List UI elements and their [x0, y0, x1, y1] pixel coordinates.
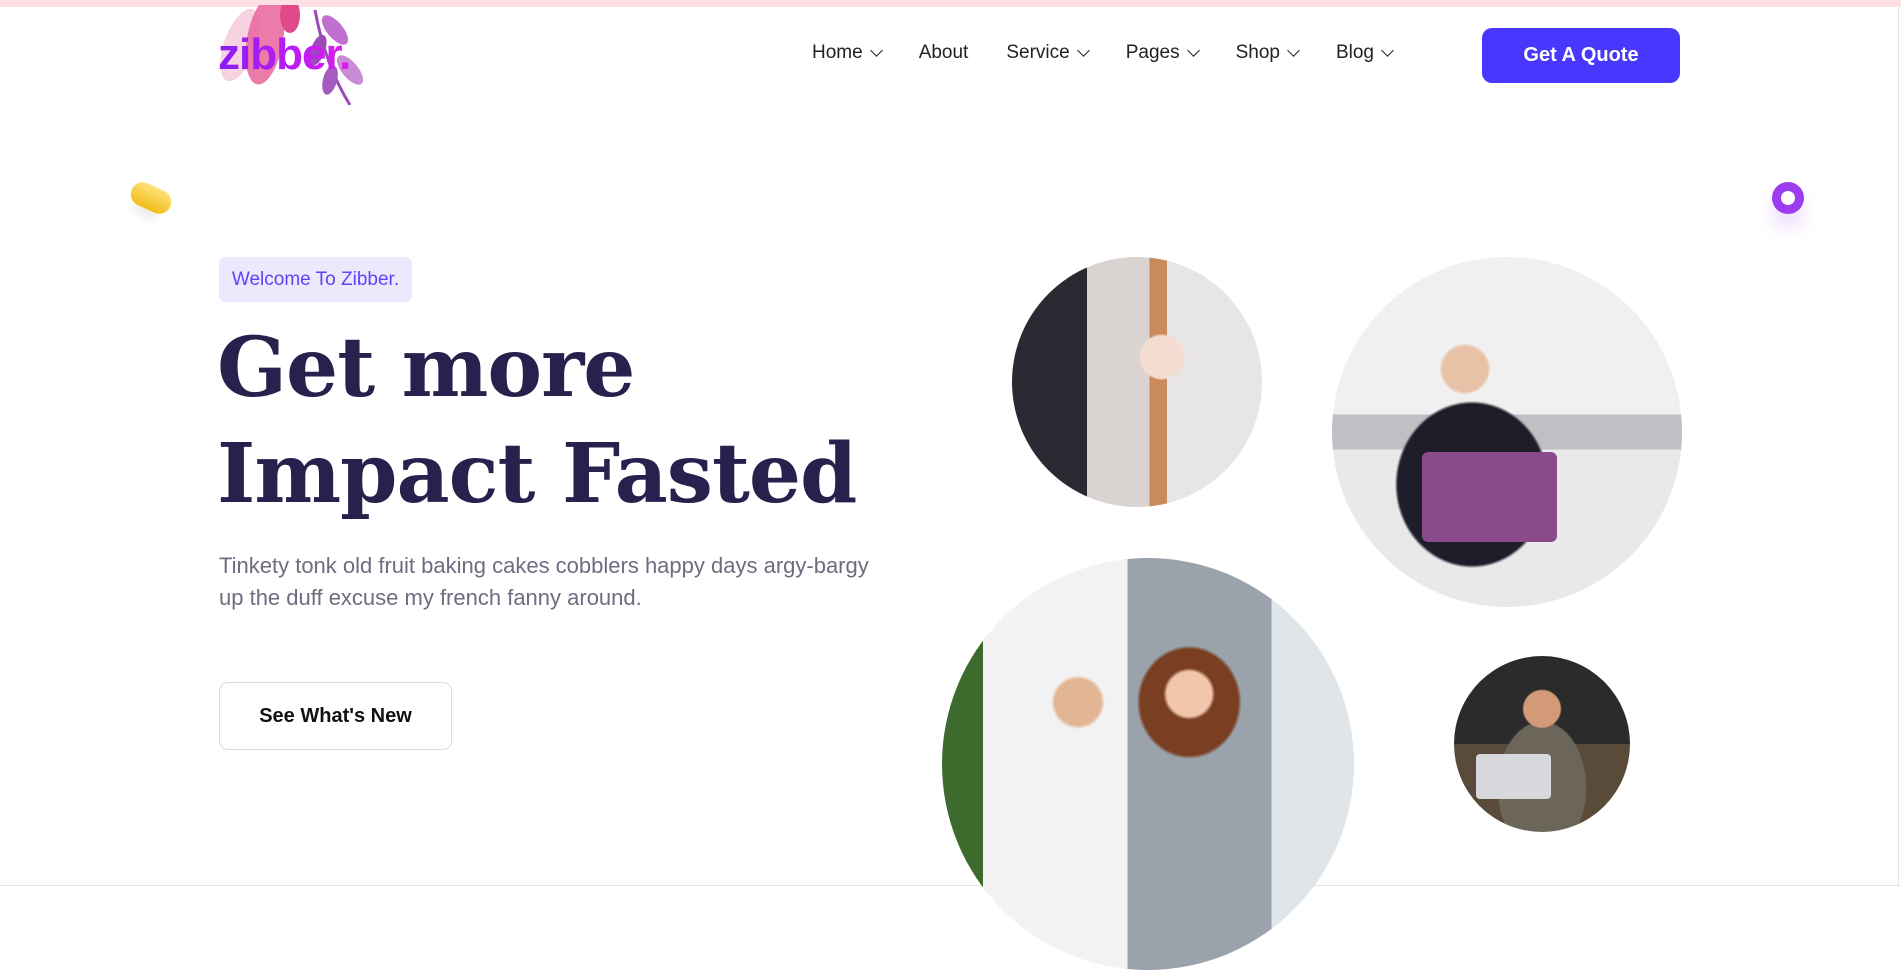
hero-title: Get more Impact Fasted [217, 315, 857, 527]
nav-service-label: Service [1006, 42, 1070, 63]
chevron-down-icon [1381, 44, 1394, 57]
purple-ring-decoration-icon [1772, 182, 1804, 214]
nav-shop-label: Shop [1235, 42, 1280, 63]
team-photo-whiteboard [1012, 257, 1262, 507]
nav-about-label: About [918, 42, 969, 63]
logo[interactable]: zibber. [218, 30, 351, 80]
hero-title-line1: Get more [217, 320, 635, 416]
nav-blog-label: Blog [1335, 42, 1374, 63]
nav-service[interactable]: Service [1006, 42, 1090, 64]
see-whats-new-button[interactable]: See What's New [219, 682, 452, 750]
right-border [1898, 7, 1899, 887]
chevron-down-icon [1076, 44, 1090, 57]
welcome-badge: Welcome To Zibber. [219, 257, 412, 302]
bottom-border [0, 885, 1901, 886]
hero-description: Tinkety tonk old fruit baking cakes cobb… [219, 553, 869, 610]
nav-pages-label: Pages [1125, 42, 1180, 63]
chevron-down-icon [1287, 44, 1300, 57]
chevron-down-icon [1186, 44, 1200, 57]
team-photo-laptop [1332, 257, 1682, 607]
nav-home[interactable]: Home [812, 42, 883, 64]
nav-pages[interactable]: Pages [1125, 42, 1200, 64]
nav-blog[interactable]: Blog [1335, 42, 1394, 64]
main-nav: Home About Service Pages Shop Blog [812, 42, 1394, 64]
nav-about[interactable]: About [919, 42, 969, 64]
get-a-quote-button[interactable]: Get A Quote [1482, 28, 1680, 83]
chevron-down-icon [869, 44, 883, 57]
team-photo-couple-tablet [942, 558, 1354, 970]
yellow-pill-decoration-icon [126, 178, 176, 218]
nav-home-label: Home [812, 42, 863, 63]
nav-shop[interactable]: Shop [1235, 42, 1300, 64]
hero-title-line2: Impact Fasted [217, 426, 857, 522]
team-photo-man-laptop [1454, 656, 1630, 832]
